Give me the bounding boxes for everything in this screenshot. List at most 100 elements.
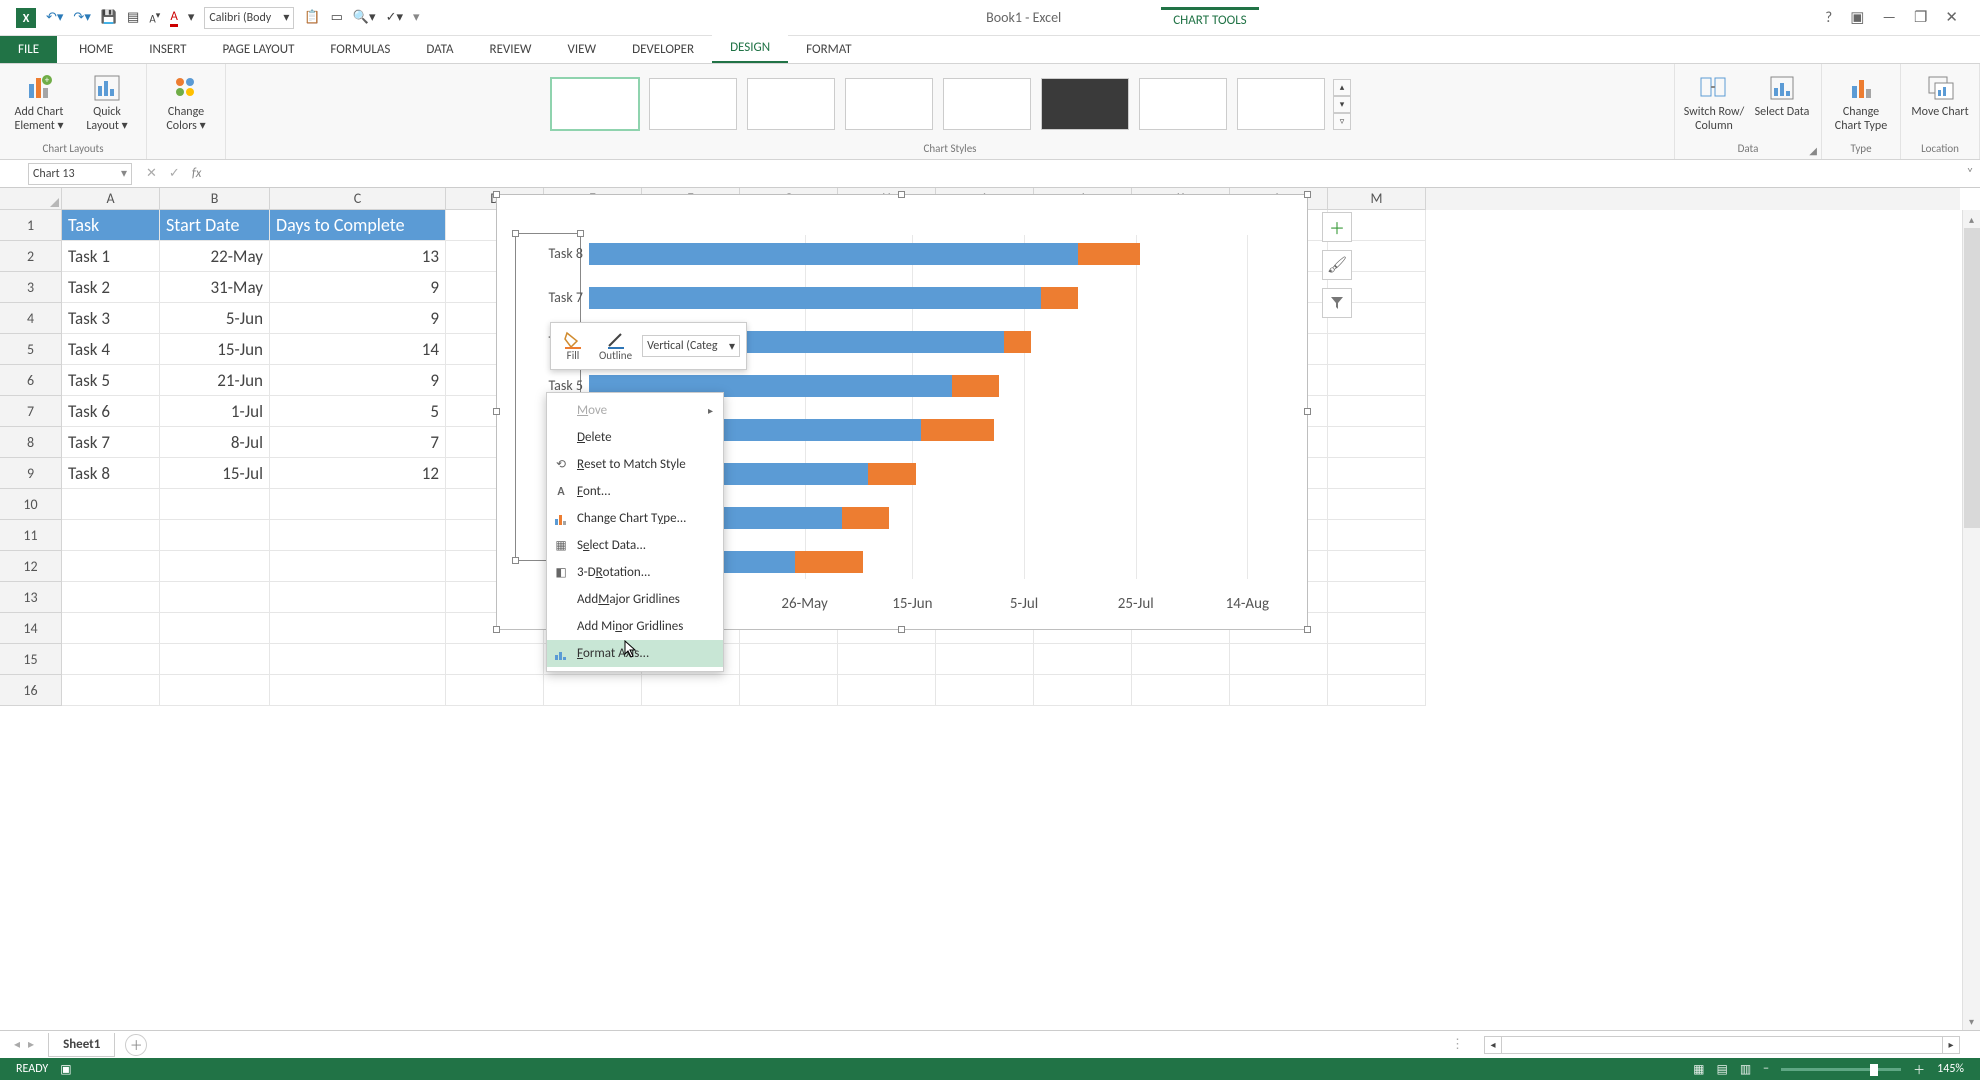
cell[interactable]: 31-May (160, 272, 270, 303)
hscroll-left-icon[interactable]: ◂ (1484, 1036, 1502, 1054)
tab-data[interactable]: DATA (408, 36, 471, 63)
cell[interactable] (62, 613, 160, 644)
zoom-level[interactable]: 145% (1937, 1062, 1964, 1076)
row-header[interactable]: 3 (0, 272, 62, 303)
menu-select-data[interactable]: ▦Select Data... (547, 532, 723, 559)
formula-input[interactable] (207, 164, 1960, 184)
cell[interactable]: Task 8 (62, 458, 160, 489)
cell[interactable] (270, 644, 446, 675)
row-header[interactable]: 12 (0, 551, 62, 582)
cell[interactable] (62, 644, 160, 675)
chart-style-5[interactable] (943, 78, 1031, 130)
macro-record-icon[interactable]: ▣ (60, 1062, 71, 1077)
cell[interactable] (446, 644, 544, 675)
tab-design[interactable]: DESIGN (712, 34, 788, 63)
scrollbar-thumb[interactable] (1964, 228, 1980, 528)
cell[interactable] (160, 644, 270, 675)
cell[interactable] (62, 489, 160, 520)
row-header[interactable]: 14 (0, 613, 62, 644)
row-header[interactable]: 13 (0, 582, 62, 613)
cell[interactable] (1230, 675, 1328, 706)
row-header[interactable]: 1 (0, 210, 62, 241)
help-icon[interactable]: ? (1825, 9, 1832, 27)
column-header[interactable]: M (1328, 188, 1426, 210)
cell[interactable] (1132, 675, 1230, 706)
chart-style-2[interactable] (649, 78, 737, 130)
move-chart-button[interactable]: Move Chart (1909, 68, 1971, 120)
cell[interactable] (544, 675, 642, 706)
chart-bar[interactable] (589, 243, 1287, 265)
row-header[interactable]: 15 (0, 644, 62, 675)
cell[interactable]: Task 6 (62, 396, 160, 427)
cell[interactable]: 9 (270, 303, 446, 334)
cell[interactable]: Days to Complete (270, 210, 446, 241)
cell[interactable] (1230, 644, 1328, 675)
change-chart-type-button[interactable]: Change Chart Type (1830, 68, 1892, 134)
cell[interactable]: 5 (270, 396, 446, 427)
close-icon[interactable]: ✕ (1945, 8, 1958, 27)
cell[interactable] (270, 489, 446, 520)
row-header[interactable]: 4 (0, 303, 62, 334)
tab-formulas[interactable]: FORMULAS (312, 36, 408, 63)
name-box[interactable]: Chart 13▾ (28, 163, 132, 185)
cell[interactable]: Task 2 (62, 272, 160, 303)
tab-view[interactable]: VIEW (550, 36, 615, 63)
cell[interactable] (270, 675, 446, 706)
data-group-launcher-icon[interactable]: ◢ (1809, 144, 1817, 157)
cell[interactable] (1328, 551, 1426, 582)
cell[interactable]: 22-May (160, 241, 270, 272)
cell[interactable]: 9 (270, 272, 446, 303)
cell[interactable]: 1-Jul (160, 396, 270, 427)
scroll-up-icon[interactable]: ▴ (1963, 210, 1980, 228)
chart-style-3[interactable] (747, 78, 835, 130)
chart-style-8[interactable] (1237, 78, 1325, 130)
ribbon-display-icon[interactable]: ▣ (1850, 8, 1864, 27)
print-preview-icon[interactable]: ▤ (127, 10, 139, 25)
select-data-button[interactable]: Select Data (1751, 68, 1813, 120)
cell[interactable] (1328, 644, 1426, 675)
switch-row-column-button[interactable]: Switch Row/ Column (1683, 68, 1745, 134)
category-axis-label[interactable]: Task 8 (517, 245, 583, 262)
tab-format[interactable]: FORMAT (788, 36, 869, 63)
cell[interactable] (1328, 365, 1426, 396)
chart-style-6[interactable] (1041, 78, 1129, 130)
chart-styles-button[interactable]: 🖌 (1322, 250, 1352, 280)
cell[interactable] (1328, 613, 1426, 644)
cell[interactable]: 13 (270, 241, 446, 272)
tab-home[interactable]: HOME (61, 36, 131, 63)
row-header[interactable]: 9 (0, 458, 62, 489)
styles-scroll-down[interactable]: ▾ (1333, 96, 1351, 113)
new-sheet-button[interactable]: ＋ (125, 1034, 147, 1056)
cell[interactable]: Task 7 (62, 427, 160, 458)
cell[interactable]: 7 (270, 427, 446, 458)
row-header[interactable]: 6 (0, 365, 62, 396)
menu-3d-rotation[interactable]: ◧3-D Rotation... (547, 559, 723, 586)
styles-more[interactable]: ▿ (1333, 113, 1351, 130)
redo-icon[interactable]: ↷▾ (73, 10, 90, 25)
tab-developer[interactable]: DEVELOPER (614, 36, 712, 63)
font-name-selector[interactable]: Calibri (Body▾ (204, 7, 294, 29)
cell[interactable] (1328, 427, 1426, 458)
cell[interactable] (936, 675, 1034, 706)
menu-change-chart-type[interactable]: Change Chart Type... (547, 505, 723, 532)
cell[interactable]: 8-Jul (160, 427, 270, 458)
cell[interactable] (160, 551, 270, 582)
row-header[interactable]: 8 (0, 427, 62, 458)
select-all-corner[interactable] (0, 188, 62, 210)
menu-format-axis[interactable]: Format Axis... (547, 640, 723, 667)
column-header[interactable]: A (62, 188, 160, 210)
zoom-slider[interactable] (1781, 1068, 1901, 1071)
cell[interactable]: Task 1 (62, 241, 160, 272)
cell[interactable] (740, 675, 838, 706)
cell[interactable]: Task 5 (62, 365, 160, 396)
cell[interactable] (160, 582, 270, 613)
cell[interactable]: Task 3 (62, 303, 160, 334)
expand-formula-bar-icon[interactable]: ˅ (1960, 166, 1980, 181)
spell-icon[interactable]: ✓▾ (386, 10, 403, 25)
cancel-formula-icon[interactable]: ✕ (146, 166, 157, 181)
row-header[interactable]: 5 (0, 334, 62, 365)
cell[interactable]: Start Date (160, 210, 270, 241)
sheet-nav-prev[interactable]: ◂ (14, 1037, 20, 1052)
row-header[interactable]: 11 (0, 520, 62, 551)
fx-icon[interactable]: fx (190, 166, 208, 181)
